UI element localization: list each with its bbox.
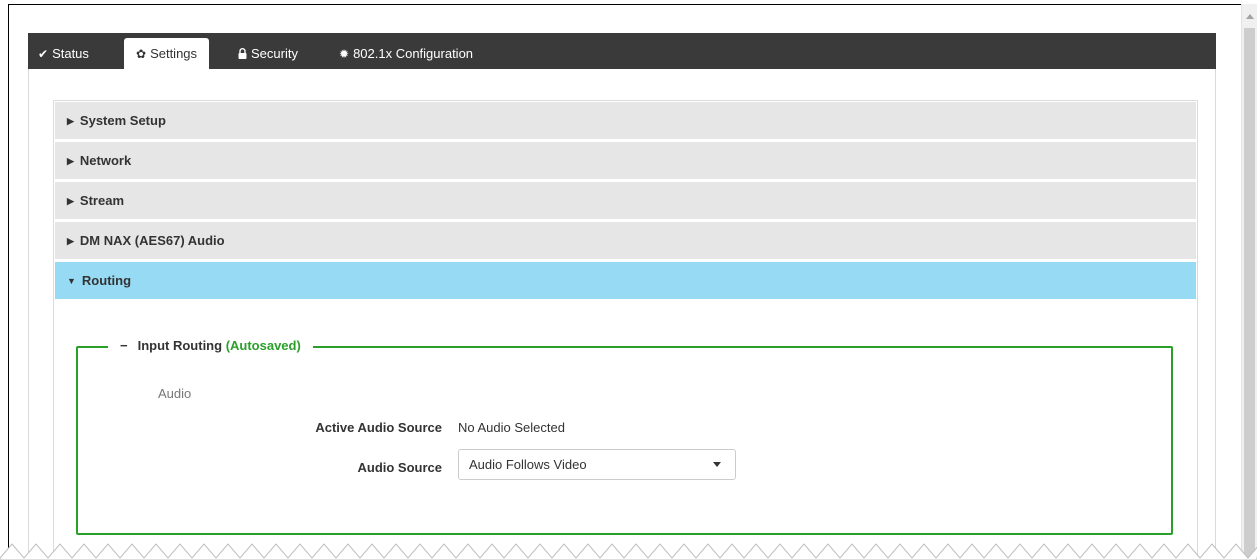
tab-settings[interactable]: ✿ Settings <box>124 38 210 69</box>
settings-content: ▶ System Setup ▶ Network ▶ Stream ▶ DM NAX (… <box>28 69 1216 560</box>
caret-down-icon: ▼ <box>67 276 76 286</box>
input-routing-group: − Input Routing (Autosaved) Audio Active … <box>76 338 1173 535</box>
lock-icon <box>238 39 247 70</box>
tab-bar: ✔ Status ✿ Settings Security ✹ 802.1x Confi… <box>28 33 1216 69</box>
scroll-up-arrow-icon[interactable] <box>1246 14 1254 19</box>
accordion-network[interactable]: ▶ Network <box>55 142 1196 179</box>
chevron-down-icon <box>713 462 721 467</box>
accordion-stream[interactable]: ▶ Stream <box>55 182 1196 219</box>
tab-security[interactable]: Security <box>238 38 298 69</box>
input-routing-legend: − Input Routing (Autosaved) <box>108 338 313 353</box>
accordion-system-setup[interactable]: ▶ System Setup <box>55 102 1196 139</box>
tab-8021x-configuration[interactable]: ✹ 802.1x Configuration <box>339 38 473 69</box>
accordion-dm-nax-audio[interactable]: ▶ DM NAX (AES67) Audio <box>55 222 1196 259</box>
active-audio-source-label: Active Audio Source <box>315 420 442 435</box>
cog-icon: ✹ <box>339 47 350 61</box>
group-title: Input Routing <box>137 338 223 353</box>
active-audio-source-value: No Audio Selected <box>458 420 565 435</box>
autosaved-status: (Autosaved) <box>225 338 301 353</box>
torn-edge <box>0 543 1257 560</box>
tab-settings-label: Settings <box>150 46 198 61</box>
accordion-panel: ▶ System Setup ▶ Network ▶ Stream ▶ DM NAX (… <box>53 100 1198 560</box>
tab-status[interactable]: ✔ Status <box>38 38 89 69</box>
vertical-scrollbar[interactable] <box>1241 4 1257 560</box>
caret-right-icon: ▶ <box>67 116 74 126</box>
audio-source-label: Audio Source <box>357 460 442 475</box>
caret-right-icon: ▶ <box>67 156 74 166</box>
audio-source-select[interactable]: Audio Follows Video <box>458 449 736 480</box>
tab-status-label: Status <box>52 46 89 61</box>
accordion-label: DM NAX (AES67) Audio <box>79 233 225 248</box>
audio-source-selected-value: Audio Follows Video <box>469 457 587 472</box>
caret-right-icon: ▶ <box>67 196 74 206</box>
accordion-label: Network <box>79 153 132 168</box>
accordion-label: Routing <box>81 273 132 288</box>
tab-security-label: Security <box>251 46 298 61</box>
accordion-label: Stream <box>79 193 124 208</box>
scroll-thumb[interactable] <box>1244 28 1255 560</box>
caret-right-icon: ▶ <box>67 236 74 246</box>
accordion-label: System Setup <box>79 113 166 128</box>
audio-section-label: Audio <box>158 386 192 401</box>
tab-8021x-label: 802.1x Configuration <box>353 46 474 61</box>
gear-icon: ✿ <box>136 47 147 61</box>
check-icon: ✔ <box>38 47 49 61</box>
collapse-minus-icon[interactable]: − <box>120 338 128 353</box>
accordion-routing[interactable]: ▼ Routing <box>55 262 1196 299</box>
